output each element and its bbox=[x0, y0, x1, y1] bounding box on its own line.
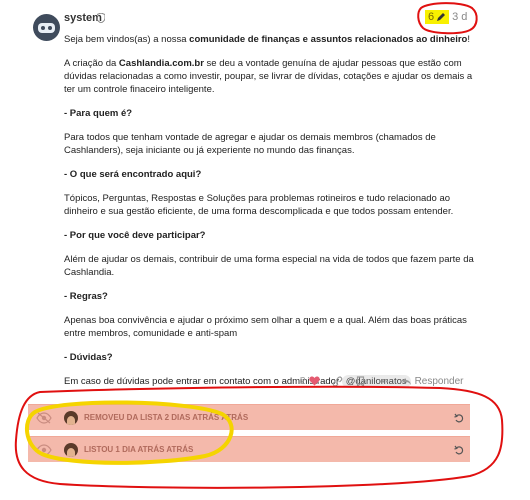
reply-icon bbox=[401, 377, 411, 385]
section-heading: - Por que você deve participar? bbox=[64, 230, 206, 241]
site-link[interactable]: Cashlandia.com.br bbox=[119, 58, 204, 69]
bold-text: comunidade de finanças e assuntos relaci… bbox=[189, 34, 468, 45]
paragraph: Tópicos, Perguntas, Respostas e Soluções… bbox=[64, 193, 454, 217]
paragraph: Para todos que tenham vontade de agregar… bbox=[64, 132, 436, 156]
section-heading: - Regras? bbox=[64, 291, 108, 302]
undo-icon[interactable] bbox=[454, 413, 464, 423]
robot-icon bbox=[38, 22, 55, 33]
post-actions: 2 Responder bbox=[300, 372, 470, 390]
small-action-unlisted: REMOVEU DA LISTA 2 DIAS ATRÁS ATRÁS bbox=[28, 404, 470, 430]
post-meta: 6 3 d bbox=[425, 10, 467, 24]
small-action-listed: LISTOU 1 DIA ATRÁS ATRÁS bbox=[28, 436, 470, 462]
section-heading: - O que será encontrado aqui? bbox=[64, 169, 202, 180]
paragraph: Seja bem vindos(as) a nossa comunidade d… bbox=[64, 34, 471, 45]
section-heading: - Dúvidas? bbox=[64, 352, 113, 363]
post-date[interactable]: 3 d bbox=[452, 11, 467, 23]
section-heading: - Para quem é? bbox=[64, 108, 133, 119]
reply-button[interactable]: Responder bbox=[401, 375, 464, 387]
reply-label: Responder bbox=[414, 375, 464, 387]
bookmark-icon[interactable] bbox=[355, 375, 366, 387]
edit-count: 6 bbox=[428, 11, 435, 23]
like-count: 2 bbox=[300, 375, 306, 387]
paragraph: A criação da Cashlandia.com.br se deu a … bbox=[64, 58, 473, 95]
undo-icon[interactable] bbox=[454, 445, 464, 455]
avatar[interactable] bbox=[64, 442, 78, 457]
paragraph: Apenas boa convivência e ajudar o próxim… bbox=[64, 315, 467, 339]
small-action-text: REMOVEU DA LISTA 2 DIAS ATRÁS ATRÁS bbox=[84, 413, 249, 422]
post-body: Seja bem vindos(as) a nossa comunidade d… bbox=[64, 33, 474, 399]
avatar[interactable] bbox=[64, 410, 78, 425]
pencil-icon bbox=[437, 13, 446, 21]
topic-post: system 6 3 d Seja bem vindos(as) a nossa… bbox=[0, 0, 530, 500]
like-button[interactable]: 2 bbox=[300, 376, 320, 387]
small-action-text: LISTOU 1 DIA ATRÁS ATRÁS bbox=[84, 445, 194, 454]
paragraph: Além de ajudar os demais, contribuir de … bbox=[64, 254, 474, 278]
avatar[interactable] bbox=[33, 14, 60, 41]
eye-slash-icon bbox=[36, 411, 52, 424]
more-icon[interactable] bbox=[378, 376, 389, 387]
eye-icon bbox=[36, 443, 52, 456]
heart-icon bbox=[308, 376, 320, 386]
link-icon[interactable] bbox=[332, 375, 343, 387]
edit-history-button[interactable]: 6 bbox=[425, 10, 450, 24]
shield-icon bbox=[97, 13, 105, 23]
